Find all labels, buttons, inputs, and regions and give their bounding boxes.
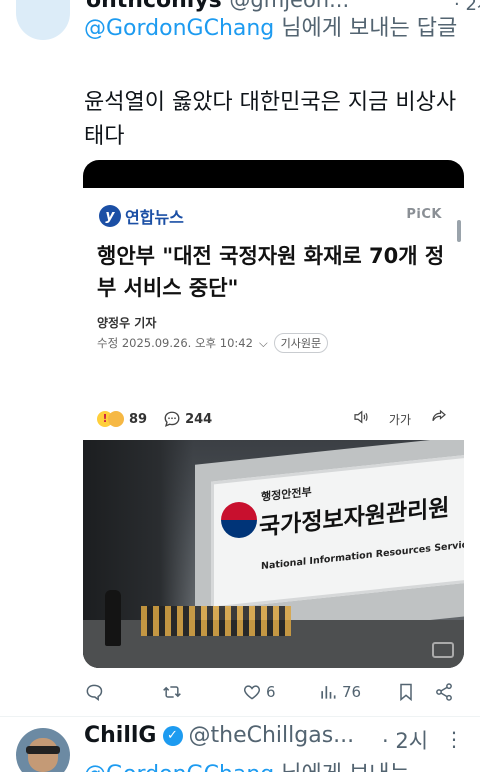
article-actions: ! 89 244 가가: [97, 408, 449, 430]
timestamp[interactable]: · 2시: [382, 725, 428, 755]
avatar[interactable]: [16, 728, 70, 772]
handle[interactable]: @gmjeon...: [229, 0, 349, 12]
analytics-icon: [321, 686, 336, 699]
retweet-button[interactable]: [162, 682, 182, 702]
chevron-down-icon: ⌵: [258, 335, 268, 350]
speaker-icon: [351, 408, 371, 430]
handle[interactable]: @theChillgas...: [189, 723, 355, 748]
scrollbar: [457, 220, 461, 242]
share-button[interactable]: [434, 682, 454, 702]
mention-link[interactable]: @GordonGChang: [84, 16, 274, 41]
news-source: 연합뉴스: [125, 208, 184, 227]
share-icon: [429, 408, 449, 430]
camera-icon: [432, 642, 454, 658]
font-size-label: 가가: [388, 412, 411, 427]
news-logo: y 연합뉴스: [99, 204, 184, 228]
avatar[interactable]: [16, 0, 70, 40]
view-count: 76: [342, 683, 362, 701]
reaction-group: ! 89: [97, 410, 147, 428]
comment-bubble-icon: [164, 411, 180, 427]
reply-context: @GordonGChang 님에게 보내는: [84, 756, 410, 772]
comment-count: 244: [185, 411, 213, 427]
tweet-action-bar: 6 76: [84, 680, 464, 704]
reply-button[interactable]: [84, 682, 104, 702]
pick-label: PiCK: [406, 207, 442, 222]
reply-context: @GordonGChang 님에게 보내는 답글: [84, 12, 464, 46]
article-date: 수정 2025.09.26. 오후 10:42: [97, 336, 253, 350]
bookmark-icon: [400, 683, 412, 702]
more-options-icon[interactable]: ⋮: [444, 727, 464, 751]
article-headline: 행안부 "대전 국정자원 화재로 70개 정부 서비스 중단": [97, 244, 445, 300]
tweet-header: ChillG ✓ @theChillgas...: [84, 723, 354, 748]
display-name[interactable]: ChillG: [84, 723, 157, 748]
comment-group: 244: [163, 410, 212, 428]
person-silhouette: [105, 590, 121, 646]
reply-suffix: 님에게 보내는: [274, 762, 409, 772]
reaction-count: 89: [129, 411, 148, 427]
reply-icon: [86, 684, 103, 701]
bookmark-button[interactable]: [396, 682, 416, 702]
mention-link[interactable]: @GordonGChang: [84, 762, 274, 772]
yonhap-logo-icon: y: [99, 205, 121, 227]
reply-suffix: 님에게 보내는 답글: [274, 16, 458, 41]
tweet-text: 윤석열이 옳았다 대한민국은 지금 비상사태다: [84, 90, 457, 149]
article-author: 양정우 기자: [97, 316, 157, 330]
tweet-divider: [0, 716, 480, 717]
media-card[interactable]: y 연합뉴스 PiCK 행안부 "대전 국정자원 화재로 70개 정부 서비스 …: [83, 160, 464, 668]
barrier: [141, 606, 291, 636]
share-network-icon: [436, 683, 452, 701]
government-emblem-icon: [221, 502, 257, 538]
reaction-emoji-icon: !: [97, 410, 125, 428]
verified-badge-icon: ✓: [162, 725, 183, 746]
retweet-icon: [163, 686, 181, 698]
article-photo: 행정안전부 국가정보자원관리원 National Information Res…: [83, 440, 464, 668]
like-count: 6: [266, 683, 276, 701]
heart-icon: [243, 685, 261, 700]
original-article-button: 기사원문: [273, 333, 329, 353]
article-dateline: 수정 2025.09.26. 오후 10:42 ⌵ 기사원문: [97, 333, 329, 353]
like-button[interactable]: 6: [242, 682, 276, 702]
views-button[interactable]: 76: [318, 682, 361, 702]
